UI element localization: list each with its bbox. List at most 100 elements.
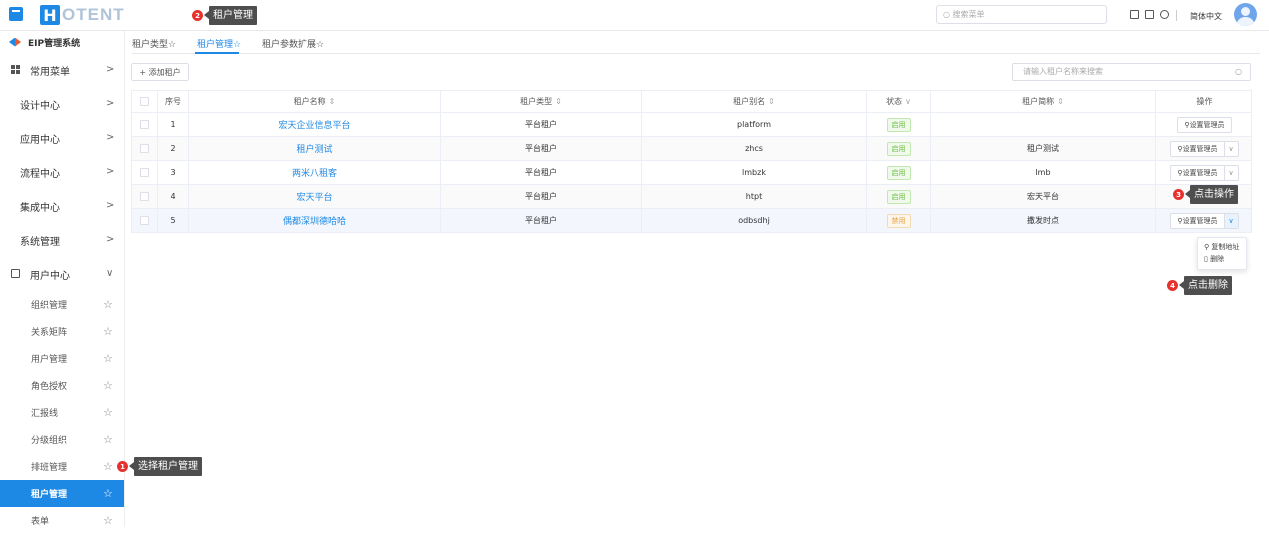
- column-header-type[interactable]: 租户类型: [520, 96, 552, 107]
- set-admin-label: 设置管理员: [1182, 144, 1218, 153]
- sort-icon[interactable]: ⇕: [1057, 97, 1064, 106]
- row-checkbox[interactable]: [140, 216, 149, 225]
- monitor-icon[interactable]: [1130, 10, 1139, 19]
- set-admin-button[interactable]: ⚲ 设置管理员: [1171, 214, 1223, 228]
- star-icon[interactable]: ☆: [103, 352, 113, 365]
- star-icon[interactable]: ☆: [103, 406, 113, 419]
- sidebar-item-design-center[interactable]: 设计中心 >: [0, 87, 124, 121]
- sidebar-item-label: 系统管理: [20, 236, 60, 248]
- tenant-name-link[interactable]: 两米八租客: [292, 166, 337, 179]
- tenant-alias: odbsdhj: [642, 209, 867, 232]
- set-admin-button[interactable]: ⚲ 设置管理员: [1171, 142, 1223, 156]
- tenant-name-link[interactable]: 宏天企业信息平台: [278, 118, 350, 131]
- column-header-name[interactable]: 租户名称: [294, 96, 326, 107]
- column-header-alias[interactable]: 租户别名: [733, 96, 765, 107]
- system-title-label: EIP管理系统: [28, 38, 81, 49]
- tab-tenant-type[interactable]: 租户类型☆: [132, 37, 176, 50]
- row-checkbox[interactable]: [140, 144, 149, 153]
- select-all-checkbox[interactable]: [140, 97, 149, 106]
- sidebar-subitem-org[interactable]: 组织管理 ☆: [0, 291, 124, 318]
- sidebar-item-label: 设计中心: [20, 100, 60, 112]
- menu-item-copy-address[interactable]: ⚲ 复制地址: [1204, 241, 1240, 253]
- star-icon[interactable]: ☆: [103, 460, 113, 473]
- row-actions-dropdown: ⚲ 复制地址 ▯ 删除: [1197, 237, 1247, 270]
- sidebar-item-integration-center[interactable]: 集成中心 >: [0, 189, 124, 223]
- row-checkbox[interactable]: [140, 120, 149, 129]
- system-logo-icon: [9, 38, 21, 47]
- chevron-right-icon: >: [106, 234, 115, 245]
- sidebar-item-common-menu[interactable]: 常用菜单 >: [0, 53, 124, 87]
- sidebar-subitem-roles[interactable]: 角色授权 ☆: [0, 372, 124, 399]
- column-header-action: 操作: [1196, 97, 1213, 106]
- more-dropdown-icon[interactable]: ∨: [1223, 141, 1238, 156]
- star-icon[interactable]: ☆: [103, 487, 113, 500]
- sidebar-item-app-center[interactable]: 应用中心 >: [0, 121, 124, 155]
- sort-icon[interactable]: ⇕: [768, 97, 775, 106]
- star-icon[interactable]: ☆: [103, 298, 113, 311]
- star-icon[interactable]: ☆: [103, 433, 113, 446]
- column-header-short-name[interactable]: 租户简称: [1022, 96, 1054, 107]
- sidebar-item-system-management[interactable]: 系统管理 >: [0, 223, 124, 257]
- more-dropdown-icon[interactable]: ∨: [1223, 213, 1238, 228]
- sort-icon[interactable]: ⇕: [329, 97, 336, 106]
- row-index: 5: [158, 209, 189, 232]
- sidebar-subitem-label: 角色授权: [31, 382, 68, 392]
- sidebar-item-flow-center[interactable]: 流程中心 >: [0, 155, 124, 189]
- status-badge: 启用: [886, 141, 911, 156]
- tenant-type: 平台租户: [441, 113, 642, 136]
- system-title[interactable]: EIP管理系统: [0, 31, 124, 53]
- column-header-index: 序号: [165, 97, 181, 106]
- more-dropdown-icon[interactable]: ∨: [1223, 165, 1238, 180]
- sidebar-subitem-users[interactable]: 用户管理 ☆: [0, 345, 124, 372]
- sidebar-subitem-tenant-management[interactable]: 租户管理 ☆: [0, 480, 124, 507]
- user-avatar[interactable]: [1234, 3, 1257, 26]
- refresh-icon[interactable]: [1160, 10, 1169, 19]
- callout-text: 点击删除: [1179, 276, 1232, 295]
- star-icon[interactable]: ☆: [103, 325, 113, 338]
- sidebar-subitem-matrix[interactable]: 关系矩阵 ☆: [0, 318, 124, 345]
- callout-text: 选择租户管理: [129, 457, 202, 476]
- sort-icon[interactable]: ⇕: [555, 97, 562, 106]
- tenant-name-link[interactable]: 宏天平台: [296, 190, 332, 203]
- search-icon[interactable]: ○: [1235, 64, 1242, 80]
- tenant-search-placeholder: 请输入租户名称来搜索: [1023, 67, 1103, 76]
- row-checkbox[interactable]: [140, 168, 149, 177]
- menu-toggle-icon[interactable]: [9, 7, 23, 21]
- sidebar-subitem-form[interactable]: 表单 ☆: [0, 507, 124, 534]
- tab-tenant-management[interactable]: 租户管理☆: [197, 37, 241, 50]
- tenant-type: 平台租户: [441, 161, 642, 184]
- callout-number: 3: [1173, 189, 1184, 200]
- callout-3: 3 点击操作: [1173, 185, 1238, 204]
- tenant-type: 平台租户: [441, 185, 642, 208]
- star-icon[interactable]: ☆: [103, 379, 113, 392]
- sidebar-subitem-report-line[interactable]: 汇报线 ☆: [0, 399, 124, 426]
- set-admin-split-button: ⚲ 设置管理员 ∨: [1170, 140, 1239, 157]
- sidebar-subitem-schedule[interactable]: 排班管理 ☆: [0, 453, 124, 480]
- sidebar-subitem-grade-org[interactable]: 分级组织 ☆: [0, 426, 124, 453]
- table-row: 4 宏天平台 平台租户 htpt 启用 宏天平台: [132, 185, 1251, 209]
- tab-tenant-params[interactable]: 租户参数扩展☆: [262, 37, 324, 50]
- tenant-name-link[interactable]: 租户测试: [296, 142, 332, 155]
- sidebar-item-user-center[interactable]: 用户中心 ∨: [0, 257, 124, 291]
- filter-icon[interactable]: ∨: [905, 97, 911, 106]
- star-icon[interactable]: ☆: [103, 514, 113, 527]
- table-row: 5 偶都深圳德哈哈 平台租户 odbsdhj 禁用 撒发时点 ⚲ 设置管理员 ∨: [132, 209, 1251, 233]
- tenant-alias: platform: [642, 113, 867, 136]
- chevron-right-icon: >: [106, 98, 115, 109]
- page-tabs: 租户类型☆ 租户管理☆ 租户参数扩展☆: [132, 31, 1260, 54]
- table-header-row: 序号 租户名称 ⇕ 租户类型 ⇕ 租户别名 ⇕ 状态 ∨ 租户简称 ⇕ 操作: [132, 91, 1251, 113]
- menu-search-input[interactable]: ○ 搜索菜单: [936, 5, 1107, 24]
- column-header-status[interactable]: 状态: [886, 96, 902, 107]
- tenant-type: 平台租户: [441, 137, 642, 160]
- set-admin-button[interactable]: ⚲ 设置管理员: [1171, 166, 1223, 180]
- sidebar-item-label: 应用中心: [20, 134, 60, 146]
- tenant-name-link[interactable]: 偶都深圳德哈哈: [283, 214, 346, 227]
- language-switcher[interactable]: 简体中文: [1190, 11, 1222, 22]
- tenant-search-input[interactable]: 请输入租户名称来搜索 ○: [1012, 63, 1251, 81]
- menu-item-label: 复制地址: [1211, 243, 1240, 251]
- row-checkbox[interactable]: [140, 192, 149, 201]
- add-tenant-button[interactable]: + 添加租户: [131, 63, 189, 81]
- set-admin-button[interactable]: ⚲ 设置管理员: [1177, 116, 1232, 133]
- menu-item-delete[interactable]: ▯ 删除: [1204, 253, 1240, 265]
- fullscreen-icon[interactable]: [1145, 10, 1154, 19]
